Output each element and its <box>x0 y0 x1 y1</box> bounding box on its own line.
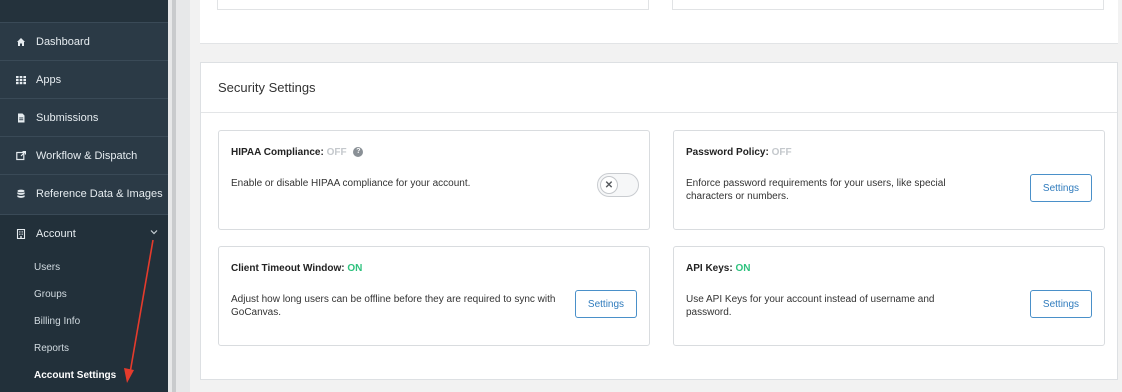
hipaa-compliance-card: HIPAA Compliance: OFF ? Enable or disabl… <box>218 130 650 230</box>
card-title-label: HIPAA Compliance: <box>231 147 324 158</box>
password-policy-card: Password Policy: OFF Enforce password re… <box>673 130 1105 230</box>
subnav-item-users[interactable]: Users <box>34 262 60 273</box>
building-icon <box>16 228 26 239</box>
scrollbar[interactable] <box>172 0 176 392</box>
status-badge: OFF <box>326 147 347 158</box>
password-policy-settings-button[interactable]: Settings <box>1030 174 1092 202</box>
card-title: Client Timeout Window: ON <box>231 263 362 274</box>
card-title-label: Client Timeout Window: <box>231 263 345 274</box>
panel-title: Security Settings <box>218 80 316 95</box>
hipaa-toggle[interactable]: ✕ <box>597 173 639 197</box>
card-description: Enforce password requirements for your u… <box>686 178 946 202</box>
card-title: API Keys: ON <box>686 263 750 274</box>
grid-icon <box>16 75 26 85</box>
sidebar-item-label: Apps <box>36 73 62 86</box>
chevron-down-icon[interactable] <box>150 227 158 237</box>
sidebar-item-label: Dashboard <box>36 35 90 48</box>
sidebar-item-reference-data[interactable]: Reference Data & Images <box>0 174 168 212</box>
sidebar-item-workflow-dispatch[interactable]: Workflow & Dispatch <box>0 136 168 174</box>
card-description: Use API Keys for your account instead of… <box>686 294 935 318</box>
help-icon[interactable]: ? <box>353 147 364 158</box>
security-settings-panel: Security Settings HIPAA Compliance: OFF … <box>200 62 1118 380</box>
subnav-item-reports[interactable]: Reports <box>34 343 69 354</box>
card-title: Password Policy: OFF <box>686 147 792 158</box>
client-timeout-card: Client Timeout Window: ON Adjust how lon… <box>218 246 650 346</box>
sidebar-item-dashboard[interactable]: Dashboard <box>0 22 168 60</box>
api-keys-settings-button[interactable]: Settings <box>1030 290 1092 318</box>
close-icon: ✕ <box>600 176 618 194</box>
card-description: Adjust how long users can be offline bef… <box>231 294 556 318</box>
sidebar-item-submissions[interactable]: Submissions <box>0 98 168 136</box>
sidebar-item-label: Submissions <box>36 111 99 124</box>
database-icon <box>16 189 26 199</box>
sidebar: Dashboard Apps Submissions Workflow & Di… <box>0 0 168 392</box>
subnav-item-account-settings[interactable]: Account Settings <box>34 370 116 381</box>
api-keys-card: API Keys: ON Use API Keys for your accou… <box>673 246 1105 346</box>
sidebar-item-label: Account <box>36 227 76 240</box>
card-description: Enable or disable HIPAA compliance for y… <box>231 178 471 189</box>
sidebar-top-bar <box>0 0 168 22</box>
client-timeout-settings-button[interactable]: Settings <box>575 290 637 318</box>
status-badge: ON <box>347 263 363 274</box>
subnav-item-groups[interactable]: Groups <box>34 289 67 300</box>
card-title: HIPAA Compliance: OFF ? <box>231 147 364 158</box>
account-subnav: Users Groups Billing Info Reports Accoun… <box>0 252 168 392</box>
card-title-label: Password Policy: <box>686 147 769 158</box>
sidebar-item-account[interactable]: Account <box>0 214 168 252</box>
previous-card-left <box>217 0 649 10</box>
panel-header: Security Settings <box>201 63 1117 113</box>
home-icon <box>16 37 26 47</box>
card-title-label: API Keys: <box>686 263 733 274</box>
sidebar-item-apps[interactable]: Apps <box>0 60 168 98</box>
previous-panel <box>200 0 1118 44</box>
subnav-item-billing-info[interactable]: Billing Info <box>34 316 80 327</box>
status-badge: OFF <box>771 147 792 158</box>
previous-card-right <box>672 0 1104 10</box>
document-icon <box>16 113 26 123</box>
sidebar-item-label: Reference Data & Images <box>36 187 163 200</box>
status-badge: ON <box>735 263 751 274</box>
sidebar-item-label: Workflow & Dispatch <box>36 149 138 162</box>
dispatch-icon <box>16 150 26 161</box>
